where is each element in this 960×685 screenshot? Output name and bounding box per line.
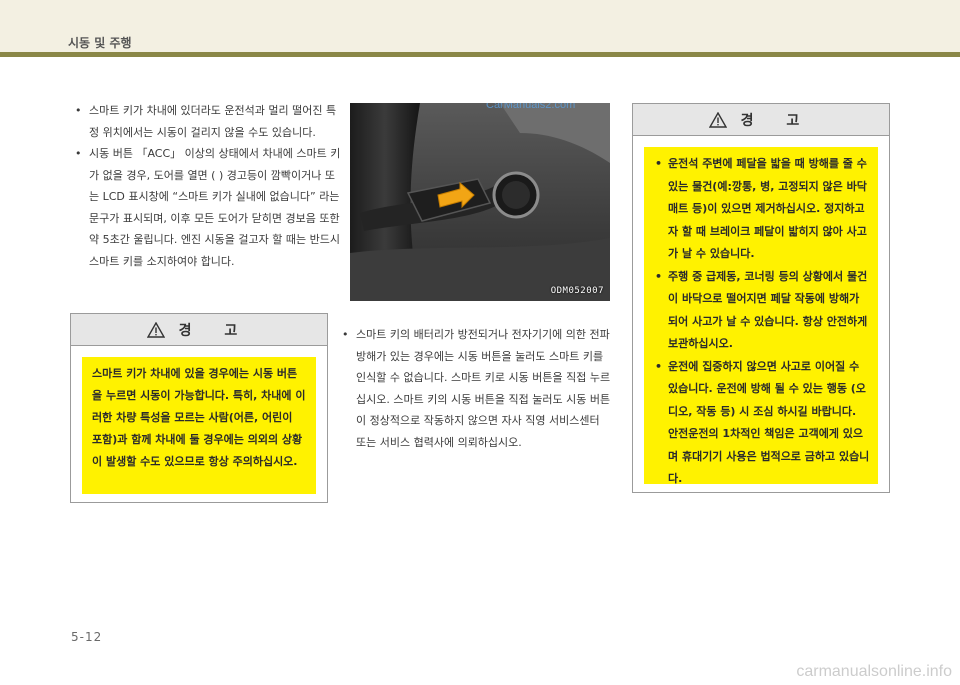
warning-box-right: 경 고 운전석 주변에 페달을 밟을 때 방해를 줄 수 있는 물건(예:깡통,…: [632, 103, 890, 493]
header-band: [0, 0, 960, 52]
footer-watermark: carmanualsonline.info: [796, 663, 952, 680]
list-item: 운전에 집중하지 않으면 사고로 이어질 수 있습니다. 운전에 방해 될 수 …: [652, 356, 870, 491]
photo-code: ODM052007: [550, 286, 604, 296]
middle-bullet-list: 스마트 키의 배터리가 방전되거나 전자기기에 의한 전파방해가 있는 경우에는…: [340, 324, 612, 453]
header-rule: [0, 52, 960, 57]
list-item: 스마트 키의 배터리가 방전되거나 전자기기에 의한 전파방해가 있는 경우에는…: [340, 324, 612, 453]
warning-title: 경 고: [178, 322, 252, 339]
page-number: 5-12: [71, 630, 103, 644]
list-item: 주행 중 급제동, 코너링 등의 상황에서 물건이 바닥으로 떨어지면 페달 작…: [652, 266, 870, 356]
warning-list: 운전석 주변에 페달을 밟을 때 방해를 줄 수 있는 물건(예:깡통, 병, …: [652, 153, 870, 491]
warning-body: 스마트 키가 차내에 있을 경우에는 시동 버튼을 누르면 시동이 가능합니다.…: [82, 357, 316, 494]
warning-header: 경 고: [71, 314, 327, 346]
list-item: 운전석 주변에 페달을 밟을 때 방해를 줄 수 있는 물건(예:깡통, 병, …: [652, 153, 870, 266]
list-item: 스마트 키가 차내에 있더라도 운전석과 멀리 떨어진 특정 위치에서는 시동이…: [73, 100, 341, 143]
warning-triangle-icon: [146, 321, 165, 338]
smart-key-photo: CarManuals2.com ODM052007: [350, 103, 610, 301]
warning-title: 경 고: [740, 112, 814, 129]
section-title: 시동 및 주행: [68, 36, 132, 50]
left-bullet-list: 스마트 키가 차내에 있더라도 운전석과 멀리 떨어진 특정 위치에서는 시동이…: [73, 100, 341, 272]
warning-header: 경 고: [633, 104, 889, 136]
list-item: 시동 버튼 「ACC」 이상의 상태에서 차내에 스마트 키가 없을 경우, 도…: [73, 143, 341, 272]
warning-triangle-icon: [708, 111, 727, 128]
warning-box-left: 경 고 스마트 키가 차내에 있을 경우에는 시동 버튼을 누르면 시동이 가능…: [70, 313, 328, 503]
photo-watermark: CarManuals2.com: [486, 103, 576, 111]
steering-column-illustration: [350, 103, 610, 301]
warning-body: 운전석 주변에 페달을 밟을 때 방해를 줄 수 있는 물건(예:깡통, 병, …: [644, 147, 878, 485]
